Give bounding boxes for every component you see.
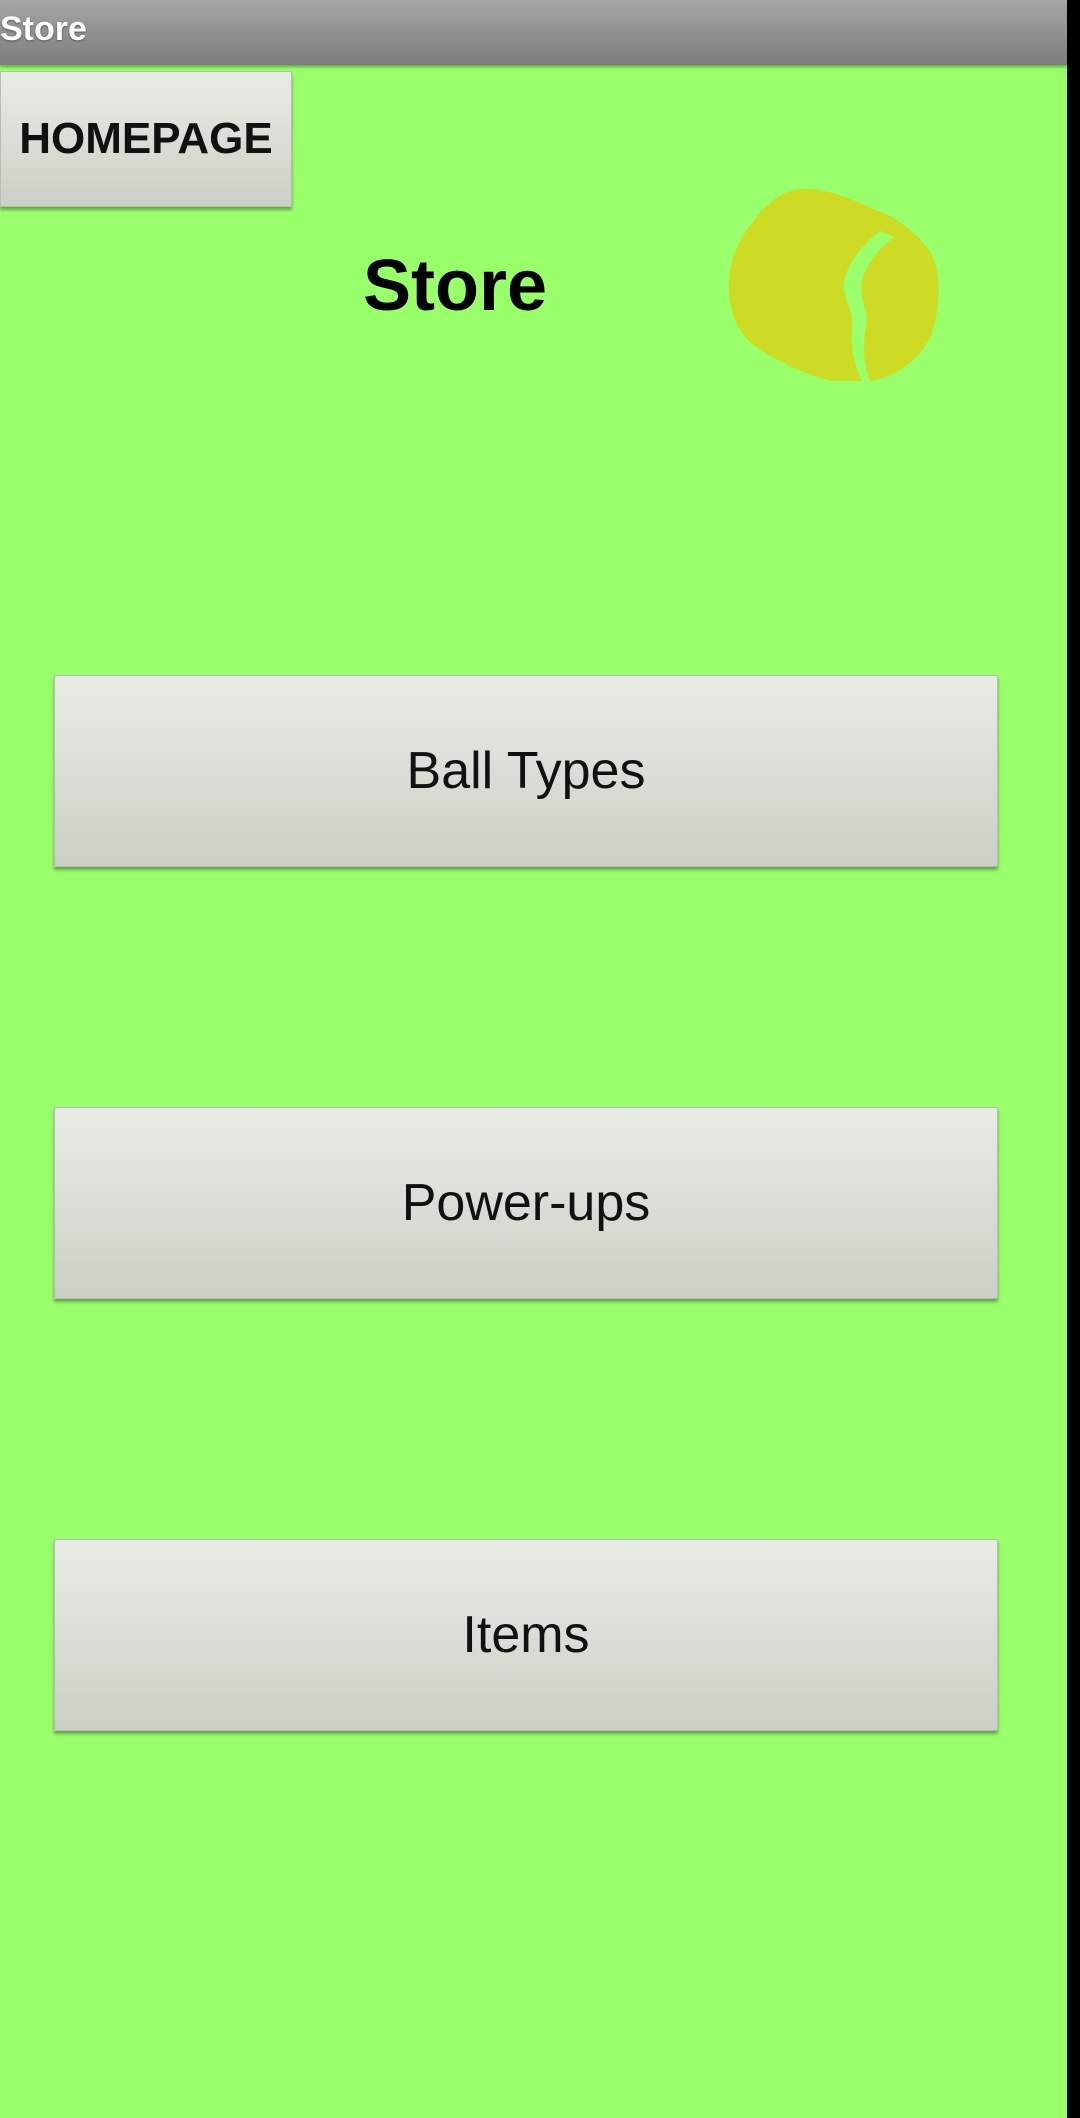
items-button[interactable]: Items [54, 1539, 998, 1731]
tennis-ball-shape [728, 189, 939, 381]
power-ups-button[interactable]: Power-ups [54, 1107, 998, 1299]
ball-types-button[interactable]: Ball Types [54, 675, 998, 867]
store-screen: HOMEPAGE Store Ball Types Power-ups Item… [0, 65, 1067, 2118]
title-bar: Store [0, 0, 1067, 65]
tennis-ball-icon [728, 189, 939, 381]
page-title: Store [362, 246, 548, 326]
window-title: Store [0, 10, 87, 48]
homepage-button[interactable]: HOMEPAGE [0, 71, 292, 207]
app-window: Store HOMEPAGE Store Ball Types Power-up… [0, 0, 1080, 2118]
